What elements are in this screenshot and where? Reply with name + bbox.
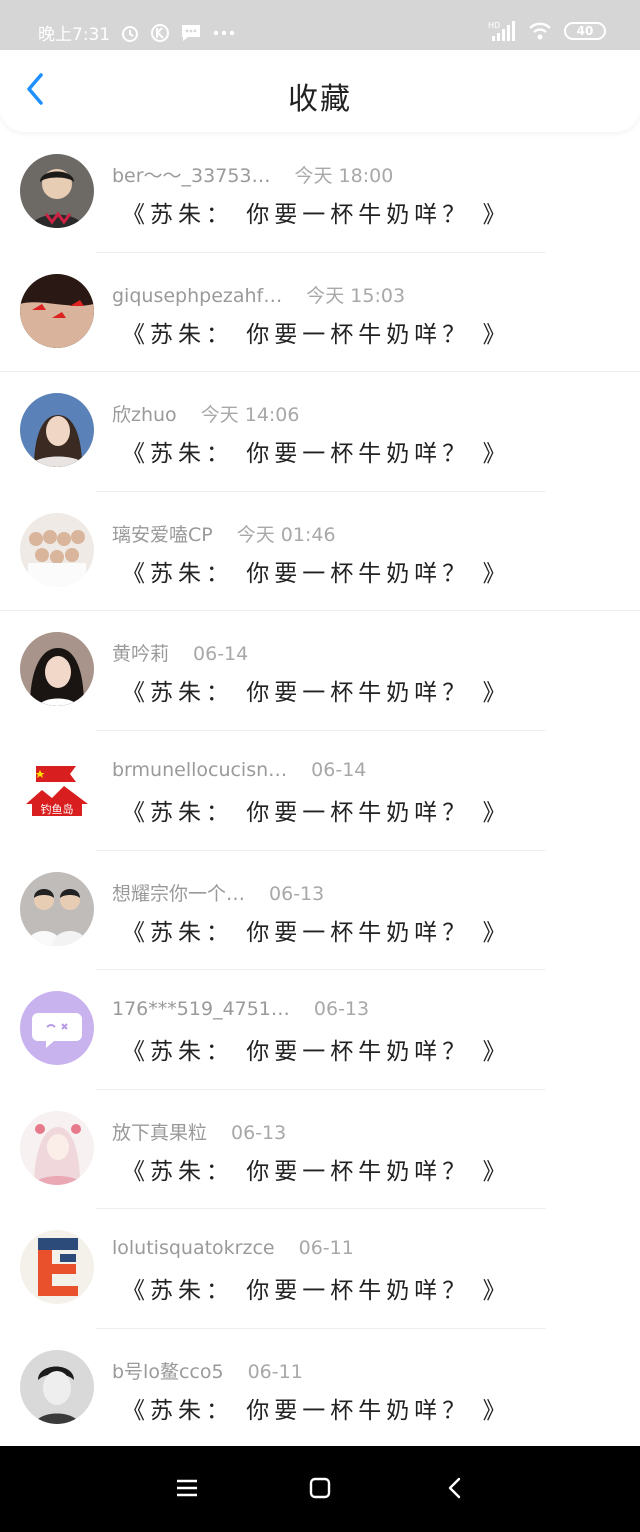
avatar[interactable] — [20, 393, 94, 468]
item-content[interactable]: 《苏朱： 你要一杯牛奶咩？ 》 — [122, 315, 511, 349]
message-icon — [180, 23, 202, 43]
timestamp: 06-11 — [247, 1360, 303, 1383]
user-name[interactable]: brmunellocucisn… — [112, 759, 287, 781]
avatar[interactable] — [20, 154, 94, 228]
timestamp: 今天 15:03 — [306, 284, 406, 307]
avatar[interactable] — [20, 273, 94, 348]
timestamp: 06-14 — [311, 758, 367, 781]
item-meta: 想耀宗你一个… 06-13 — [112, 879, 324, 906]
list-item[interactable]: 璃安爱嗑CP 今天 01:46 《苏朱： 你要一杯牛奶咩？ 》 — [0, 492, 640, 612]
timestamp: 06-13 — [269, 882, 325, 905]
timestamp: 06-11 — [298, 1237, 354, 1260]
avatar-badge-text: 钓鱼岛 — [41, 802, 74, 816]
battery-icon: 40 — [564, 22, 606, 40]
avatar[interactable] — [20, 1110, 94, 1185]
avatar[interactable] — [20, 871, 94, 946]
timestamp: 06-13 — [313, 998, 370, 1021]
user-name[interactable]: b号lo鳌cco5 — [112, 1357, 224, 1384]
alarm-icon — [120, 23, 140, 43]
list-item[interactable]: ber～～_33753… 今天 18:00 《苏朱： 你要一杯牛奶咩？ 》 — [0, 133, 640, 253]
item-meta: ber～～_33753… 今天 18:00 — [112, 161, 393, 188]
user-name[interactable]: 176***519_4751… — [112, 998, 290, 1020]
timestamp: 今天 18:00 — [294, 165, 394, 187]
timestamp: 今天 14:06 — [200, 404, 300, 427]
user-name[interactable]: ber～～_33753… — [112, 161, 271, 188]
item-meta: 黄吟莉 06-14 — [112, 639, 248, 666]
hd-signal-icon: HD — [488, 20, 516, 42]
item-content[interactable]: 《苏朱： 你要一杯牛奶咩？ 》 — [122, 673, 511, 707]
item-meta: 176***519_4751… 06-13 — [112, 998, 369, 1020]
list-item[interactable]: 黄吟莉 06-14 《苏朱： 你要一杯牛奶咩？ 》 — [0, 611, 640, 731]
item-content[interactable]: 《苏朱： 你要一杯牛奶咩？ 》 — [122, 1152, 511, 1186]
item-meta: 放下真果粒 06-13 — [112, 1118, 286, 1145]
avatar[interactable] — [20, 991, 94, 1066]
menu-button[interactable] — [171, 1474, 203, 1506]
item-meta: lolutisquatokrzce 06-11 — [112, 1237, 354, 1259]
item-meta: b号lo鳌cco5 06-11 — [112, 1357, 303, 1384]
item-content[interactable]: 《苏朱： 你要一杯牛奶咩？ 》 — [122, 1032, 511, 1066]
list-item[interactable]: 放下真果粒 06-13 《苏朱： 你要一杯牛奶咩？ 》 — [0, 1090, 640, 1210]
list-item[interactable]: 176***519_4751… 06-13 《苏朱： 你要一杯牛奶咩？ 》 — [0, 970, 640, 1090]
timestamp: 06-13 — [231, 1121, 287, 1144]
list-item[interactable]: b号lo鳌cco5 06-11 《苏朱： 你要一杯牛奶咩？ 》 — [0, 1329, 640, 1449]
system-nav-bar — [0, 1446, 640, 1532]
more-icon — [212, 29, 236, 37]
avatar[interactable] — [20, 512, 94, 587]
status-time: 晚上7:31 — [38, 25, 111, 45]
avatar[interactable] — [20, 1349, 94, 1424]
list-item[interactable]: giqusephpezahf… 今天 15:03 《苏朱： 你要一杯牛奶咩？ 》 — [0, 253, 640, 373]
avatar[interactable] — [20, 1230, 94, 1305]
list-item[interactable]: 欣zhuo 今天 14:06 《苏朱： 你要一杯牛奶咩？ 》 — [0, 372, 640, 492]
user-name[interactable]: 璃安爱嗑CP — [112, 520, 213, 547]
status-bar: 晚上7:31 HD 40 — [0, 0, 640, 50]
item-content[interactable]: 《苏朱： 你要一杯牛奶咩？ 》 — [122, 434, 511, 468]
k-icon — [150, 23, 170, 43]
item-meta: 璃安爱嗑CP 今天 01:46 — [112, 520, 336, 547]
item-meta: giqusephpezahf… 今天 15:03 — [112, 281, 405, 308]
avatar[interactable] — [20, 632, 94, 707]
user-name[interactable]: 放下真果粒 — [112, 1118, 207, 1145]
user-name[interactable]: 想耀宗你一个… — [112, 879, 245, 906]
timestamp: 今天 01:46 — [236, 523, 336, 546]
item-meta: 欣zhuo 今天 14:06 — [112, 400, 299, 427]
nav-back-button[interactable] — [438, 1474, 470, 1506]
page-title: 收藏 — [288, 82, 352, 117]
svg-text:HD: HD — [488, 21, 500, 30]
user-name[interactable]: 欣zhuo — [112, 400, 177, 427]
item-content[interactable]: 《苏朱： 你要一杯牛奶咩？ 》 — [122, 1391, 511, 1425]
user-name[interactable]: 黄吟莉 — [112, 639, 169, 666]
item-content[interactable]: 《苏朱： 你要一杯牛奶咩？ 》 — [122, 793, 511, 827]
avatar[interactable]: 钓鱼岛 — [20, 751, 94, 826]
timestamp: 06-14 — [193, 643, 249, 666]
back-icon — [447, 1477, 461, 1503]
user-name[interactable]: lolutisquatokrzce — [112, 1237, 275, 1259]
home-button[interactable] — [304, 1474, 336, 1506]
item-content[interactable]: 《苏朱： 你要一杯牛奶咩？ 》 — [122, 195, 511, 229]
list-item[interactable]: lolutisquatokrzce 06-11 《苏朱： 你要一杯牛奶咩？ 》 — [0, 1209, 640, 1329]
item-meta: brmunellocucisn… 06-14 — [112, 759, 366, 781]
user-name[interactable]: giqusephpezahf… — [112, 285, 282, 307]
home-icon — [309, 1477, 331, 1503]
item-content[interactable]: 《苏朱： 你要一杯牛奶咩？ 》 — [122, 1271, 511, 1305]
item-content[interactable]: 《苏朱： 你要一杯牛奶咩？ 》 — [122, 554, 511, 588]
item-content[interactable]: 《苏朱： 你要一杯牛奶咩？ 》 — [122, 913, 511, 947]
list-item[interactable]: 想耀宗你一个… 06-13 《苏朱： 你要一杯牛奶咩？ 》 — [0, 851, 640, 971]
menu-icon — [176, 1478, 198, 1502]
list-item[interactable]: 钓鱼岛 brmunellocucisn… 06-14 《苏朱： 你要一杯牛奶咩？ … — [0, 731, 640, 851]
app-header: 收藏 — [0, 50, 640, 132]
wifi-icon — [528, 21, 552, 41]
favorites-list: ber～～_33753… 今天 18:00 《苏朱： 你要一杯牛奶咩？ 》 giq… — [0, 133, 640, 1449]
